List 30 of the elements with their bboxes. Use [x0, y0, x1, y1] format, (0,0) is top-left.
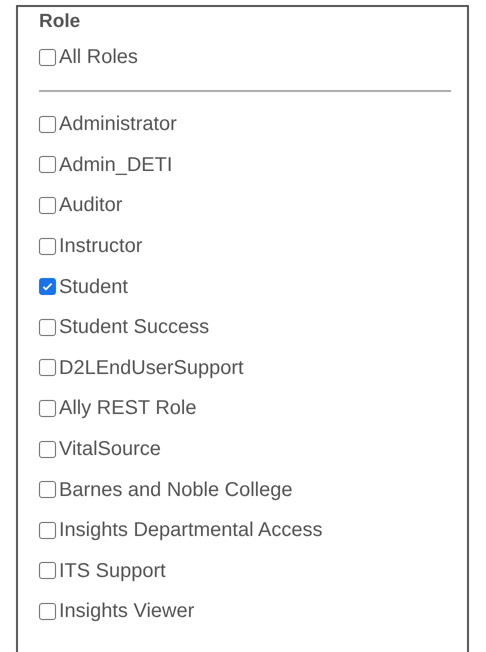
checkbox[interactable]	[39, 278, 56, 296]
checkbox[interactable]	[39, 522, 56, 539]
checkbox-label[interactable]: Insights Viewer	[59, 599, 194, 624]
checkbox-label[interactable]: Insights Departmental Access	[59, 518, 322, 542]
checkbox-label[interactable]: Admin_DETI	[59, 152, 172, 177]
checkbox-label[interactable]: ITS Support	[59, 558, 166, 583]
checkbox[interactable]	[39, 48, 56, 66]
checkbox-label[interactable]: Barnes and Noble College	[59, 478, 292, 502]
check-icon	[41, 280, 54, 294]
checkbox[interactable]	[39, 400, 56, 417]
checkbox-label[interactable]: All Roles	[59, 45, 138, 69]
checkbox-label[interactable]: Instructor	[59, 234, 142, 258]
checkbox[interactable]	[39, 440, 56, 458]
checkbox-label[interactable]: Student	[59, 274, 128, 299]
checkbox-label[interactable]: Student Success	[59, 315, 210, 340]
checkbox[interactable]	[39, 196, 56, 214]
checkbox-label[interactable]: VitalSource	[59, 437, 161, 462]
checkbox[interactable]	[39, 116, 56, 133]
checkbox-label[interactable]: Ally REST Role	[59, 396, 196, 420]
checkbox[interactable]	[39, 602, 56, 620]
section-heading: Role	[39, 10, 82, 34]
checkbox[interactable]	[39, 156, 56, 174]
checkbox[interactable]	[39, 481, 56, 498]
checkbox[interactable]	[39, 359, 56, 376]
checkbox[interactable]	[39, 562, 56, 580]
checkbox[interactable]	[39, 238, 56, 255]
checkbox-label[interactable]: Administrator	[59, 112, 177, 136]
checkbox-label[interactable]: Auditor	[59, 193, 122, 218]
checkbox[interactable]	[39, 318, 56, 336]
checkbox-label[interactable]: D2LEndUserSupport	[59, 356, 244, 380]
